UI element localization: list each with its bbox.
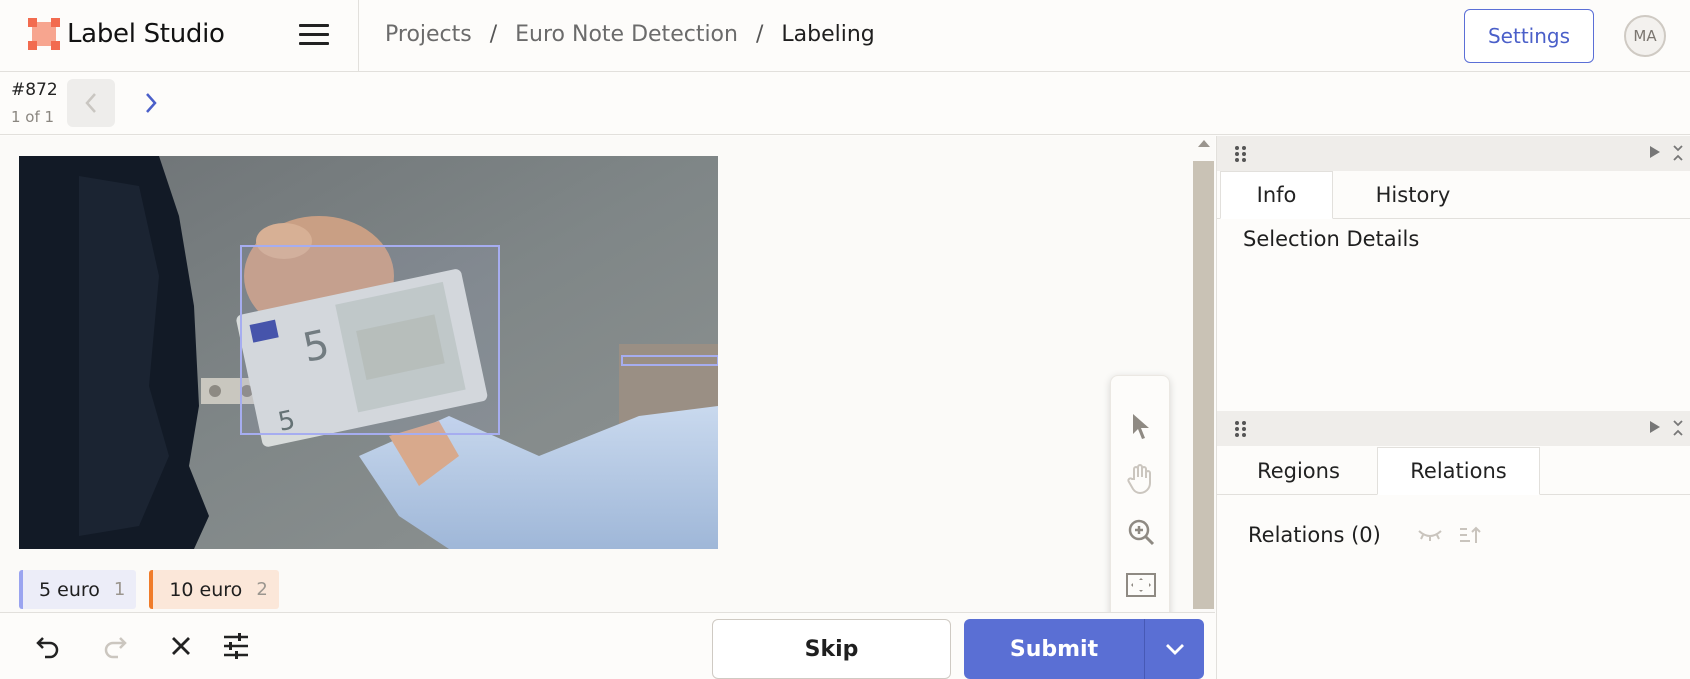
settings-sliders-icon[interactable] xyxy=(221,631,251,661)
chevron-down-icon xyxy=(1165,644,1184,655)
scroll-thumb[interactable] xyxy=(1193,161,1214,609)
skip-button[interactable]: Skip xyxy=(712,619,951,679)
label-studio-logo-icon xyxy=(28,18,60,50)
scroll-up-arrow-icon[interactable] xyxy=(1198,140,1210,147)
task-navigation: #872 1 of 1 xyxy=(0,73,1690,135)
info-panel-header[interactable] xyxy=(1217,136,1690,171)
tab-info[interactable]: Info xyxy=(1220,171,1333,219)
divider xyxy=(358,0,359,72)
breadcrumb-separator: / xyxy=(755,22,764,47)
top-bar: Label Studio Projects / Euro Note Detect… xyxy=(0,0,1690,72)
label-10-euro[interactable]: 10 euro 2 xyxy=(149,570,279,609)
redo-icon[interactable] xyxy=(100,631,130,661)
minimize-panel-icon[interactable] xyxy=(1672,145,1684,161)
next-task-button[interactable] xyxy=(127,79,175,127)
main-menu-icon[interactable] xyxy=(299,24,329,46)
pan-hand-icon[interactable] xyxy=(1121,459,1161,499)
info-tabs: Info History xyxy=(1217,171,1690,219)
reset-close-icon[interactable] xyxy=(166,631,196,661)
tab-history[interactable]: History xyxy=(1333,171,1493,219)
side-panels: Info History Selection Details Regions R… xyxy=(1216,136,1690,679)
task-position: 1 of 1 xyxy=(11,108,55,126)
previous-task-button[interactable] xyxy=(67,79,115,127)
avatar[interactable]: MA xyxy=(1624,15,1666,57)
drag-handle-icon[interactable] xyxy=(1235,421,1247,437)
breadcrumb-separator: / xyxy=(489,22,498,47)
regions-panel-header[interactable] xyxy=(1217,411,1690,446)
collapse-panel-icon[interactable] xyxy=(1649,420,1661,434)
label-name: 5 euro xyxy=(39,578,100,601)
hide-all-eye-icon[interactable] xyxy=(1417,527,1443,543)
zoom-in-icon[interactable] xyxy=(1121,512,1161,552)
task-image[interactable]: 5 5 xyxy=(19,156,718,549)
breadcrumb-project[interactable]: Euro Note Detection xyxy=(515,22,738,47)
submit-button[interactable]: Submit xyxy=(964,619,1144,679)
task-id: #872 xyxy=(11,80,58,100)
label-hotkey: 1 xyxy=(113,579,126,600)
breadcrumb: Projects / Euro Note Detection / Labelin… xyxy=(385,22,875,47)
tab-relations[interactable]: Relations xyxy=(1377,447,1540,495)
label-hotkey: 2 xyxy=(256,579,268,600)
minimize-panel-icon[interactable] xyxy=(1672,420,1684,436)
sort-order-icon[interactable] xyxy=(1458,525,1482,545)
collapse-panel-icon[interactable] xyxy=(1649,145,1661,159)
annotation-canvas: 5 5 xyxy=(0,136,1215,671)
relations-count-title: Relations (0) xyxy=(1248,523,1381,547)
annotation-toolbar: Skip Submit xyxy=(0,612,1215,679)
pointer-icon[interactable] xyxy=(1121,406,1161,446)
label-name: 10 euro xyxy=(169,578,243,601)
logo[interactable]: Label Studio xyxy=(28,18,225,50)
label-5-euro[interactable]: 5 euro 1 xyxy=(19,570,137,609)
brand-name: Label Studio xyxy=(67,19,225,49)
fit-to-screen-icon[interactable] xyxy=(1121,565,1161,605)
selection-details-title: Selection Details xyxy=(1243,227,1420,251)
breadcrumb-current: Labeling xyxy=(781,22,875,47)
breadcrumb-projects[interactable]: Projects xyxy=(385,22,472,47)
canvas-scrollbar[interactable] xyxy=(1193,136,1215,612)
chevron-left-icon xyxy=(85,93,96,113)
chevron-right-icon xyxy=(146,93,157,113)
settings-button[interactable]: Settings xyxy=(1464,9,1594,63)
regions-tabs: Regions Relations xyxy=(1217,447,1690,495)
undo-icon[interactable] xyxy=(33,631,63,661)
submit-options-button[interactable] xyxy=(1144,619,1204,679)
tab-regions[interactable]: Regions xyxy=(1220,447,1377,495)
label-list: 5 euro 1 10 euro 2 xyxy=(19,570,279,609)
drag-handle-icon[interactable] xyxy=(1235,146,1247,162)
